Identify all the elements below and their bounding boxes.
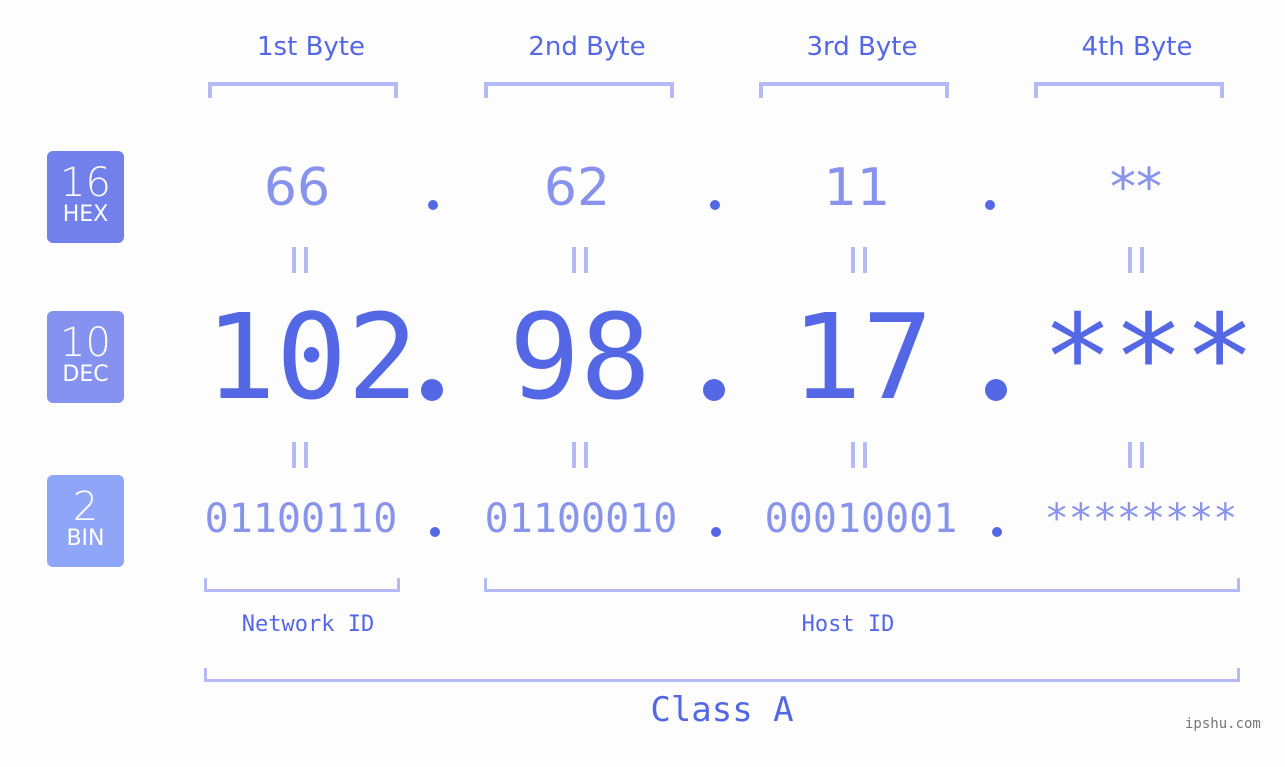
- equals-icon: [1128, 442, 1144, 468]
- byte-bracket-3: [759, 82, 949, 98]
- hex-badge-label: HEX: [62, 202, 109, 227]
- class-label: Class A: [650, 690, 794, 730]
- equals-icon: [292, 442, 308, 468]
- hex-value-2: 62: [543, 158, 611, 218]
- dec-value-1: 102: [205, 288, 419, 426]
- hex-badge-number: 16: [60, 160, 111, 206]
- hex-badge: 16 HEX: [47, 151, 124, 243]
- byte-bracket-1: [208, 82, 398, 98]
- equals-icon: [851, 442, 867, 468]
- hex-separator-dot-3: [985, 200, 995, 210]
- bin-value-1: 01100110: [204, 496, 398, 542]
- byte-label-2: 2nd Byte: [528, 32, 646, 62]
- class-bracket: [204, 668, 1240, 682]
- dec-value-4: ***: [1042, 288, 1256, 426]
- equals-icon: [572, 442, 588, 468]
- hex-value-3: 11: [823, 158, 891, 218]
- dec-badge-number: 10: [60, 320, 111, 366]
- bin-separator-dot-3: [992, 527, 1002, 537]
- bin-separator-dot-1: [430, 527, 440, 537]
- byte-label-1: 1st Byte: [257, 32, 365, 62]
- hex-value-1: 66: [263, 158, 331, 218]
- dec-separator-dot-3: [985, 379, 1007, 401]
- bin-separator-dot-2: [711, 527, 721, 537]
- dec-separator-dot-2: [703, 379, 725, 401]
- dec-badge-label: DEC: [62, 362, 109, 387]
- equals-icon: [572, 247, 588, 273]
- bin-badge: 2 BIN: [47, 475, 124, 567]
- bin-badge-number: 2: [72, 484, 99, 530]
- dec-value-3: 17: [790, 288, 934, 426]
- dec-value-2: 98: [508, 288, 652, 426]
- bin-badge-label: BIN: [66, 526, 105, 551]
- byte-label-3: 3rd Byte: [806, 32, 918, 62]
- dec-separator-dot-1: [421, 379, 443, 401]
- network-id-bracket: [204, 578, 400, 592]
- byte-bracket-4: [1034, 82, 1224, 98]
- host-id-label: Host ID: [801, 612, 895, 637]
- bin-value-4: ********: [1044, 496, 1238, 542]
- hex-separator-dot-2: [710, 200, 720, 210]
- bin-value-2: 01100010: [484, 496, 678, 542]
- hex-value-4: **: [1110, 158, 1162, 218]
- network-id-label: Network ID: [241, 612, 375, 637]
- equals-icon: [292, 247, 308, 273]
- bin-value-3: 00010001: [764, 496, 958, 542]
- byte-bracket-2: [484, 82, 674, 98]
- watermark: ipshu.com: [1185, 716, 1261, 732]
- dec-badge: 10 DEC: [47, 311, 124, 403]
- equals-icon: [851, 247, 867, 273]
- host-id-bracket: [484, 578, 1240, 592]
- byte-label-4: 4th Byte: [1081, 32, 1193, 62]
- hex-separator-dot-1: [428, 200, 438, 210]
- equals-icon: [1128, 247, 1144, 273]
